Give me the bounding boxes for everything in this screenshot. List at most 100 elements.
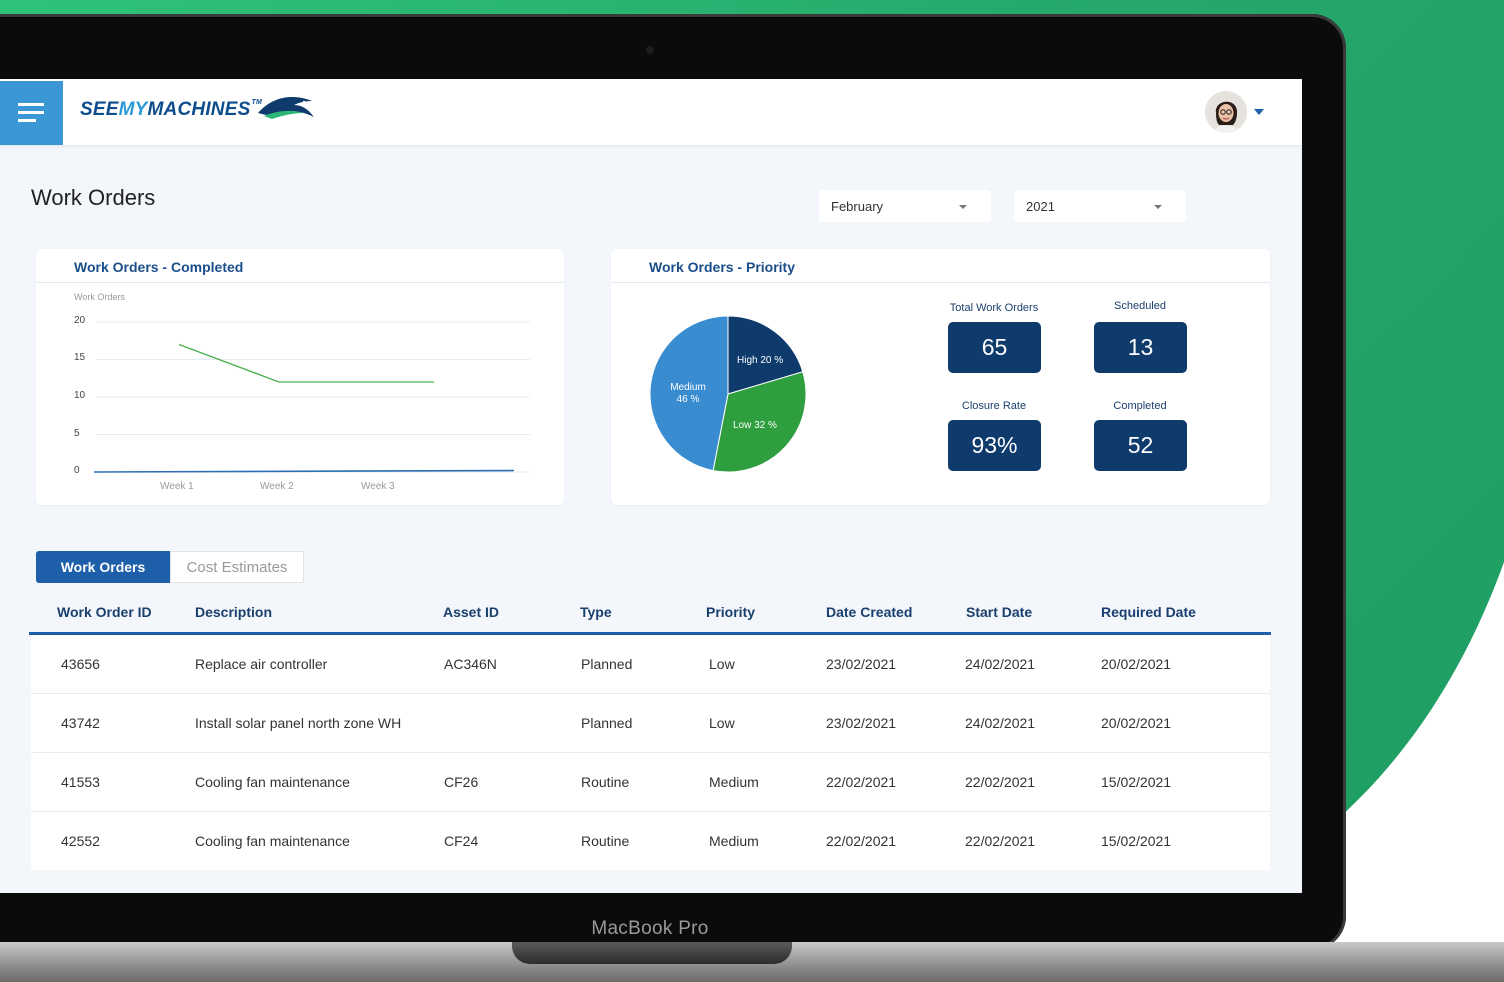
y-tick-label: 0 xyxy=(74,465,80,476)
table-row[interactable]: 42552 Cooling fan maintenance CF24 Routi… xyxy=(31,812,1270,870)
stat-scheduled-value: 13 xyxy=(1094,322,1187,373)
cell-priority: Medium xyxy=(709,774,759,790)
app-logo[interactable]: SEEMYMACHINESTM xyxy=(80,93,316,127)
cell-asset-id: AC346N xyxy=(444,656,497,672)
cell-type: Planned xyxy=(581,715,633,731)
logo-see: SEE xyxy=(80,99,119,120)
y-tick-label: 15 xyxy=(74,352,86,363)
column-header[interactable]: Asset ID xyxy=(443,604,499,620)
month-select-value: February xyxy=(831,199,884,214)
pie-label-medium-name: Medium xyxy=(670,382,706,393)
y-axis-label: Work Orders xyxy=(74,292,125,302)
laptop-hinge xyxy=(512,942,792,964)
column-header[interactable]: Start Date xyxy=(966,604,1032,620)
cell-description: Cooling fan maintenance xyxy=(195,774,350,790)
cell-required-date: 15/02/2021 xyxy=(1101,833,1172,849)
x-tick-label: Week 2 xyxy=(260,481,294,492)
page-title: Work Orders xyxy=(31,185,156,210)
logo-machines: MACHINES xyxy=(147,99,251,120)
pie-label-high: High 20 % xyxy=(737,355,784,366)
y-tick-label: 20 xyxy=(74,315,86,326)
y-tick-label: 10 xyxy=(74,390,86,401)
tab-bar: Work Orders Cost Estimates xyxy=(36,551,304,583)
cell-start-date: 24/02/2021 xyxy=(965,715,1036,731)
priority-chart-card: Work Orders - Priority High 20 % Medium … xyxy=(611,249,1270,505)
year-select[interactable]: 2021 xyxy=(1014,190,1186,222)
table-header: Work Order ID Description Asset ID Type … xyxy=(29,597,1271,635)
cell-start-date: 22/02/2021 xyxy=(965,833,1036,849)
table-body: 43656 Replace air controller AC346N Plan… xyxy=(31,635,1270,870)
cell-required-date: 15/02/2021 xyxy=(1101,774,1172,790)
chevron-down-icon xyxy=(959,205,967,209)
app-screen: SEEMYMACHINESTM Work Orders February 202… xyxy=(0,79,1302,893)
line-chart xyxy=(93,321,530,473)
cell-date-created: 22/02/2021 xyxy=(826,774,897,790)
column-header[interactable]: Priority xyxy=(706,604,755,620)
cell-start-date: 22/02/2021 xyxy=(965,774,1036,790)
stat-completed-value: 52 xyxy=(1094,420,1187,471)
cell-date-created: 23/02/2021 xyxy=(826,656,897,672)
card-divider xyxy=(611,282,1270,283)
camera xyxy=(646,46,654,54)
cell-date-created: 23/02/2021 xyxy=(826,715,897,731)
x-tick-label: Week 3 xyxy=(361,481,395,492)
cell-type: Routine xyxy=(581,774,630,790)
stat-closure-label: Closure Rate xyxy=(961,400,1027,412)
logo-my: MY xyxy=(118,99,148,120)
cell-type: Routine xyxy=(581,833,630,849)
stat-scheduled-label: Scheduled xyxy=(1114,300,1166,312)
month-select[interactable]: February xyxy=(819,190,991,222)
series-line xyxy=(93,469,515,473)
priority-card-title: Work Orders - Priority xyxy=(649,259,796,275)
table-row[interactable]: 41553 Cooling fan maintenance CF26 Routi… xyxy=(31,753,1270,812)
column-header[interactable]: Required Date xyxy=(1101,604,1196,620)
hamburger-menu-button[interactable] xyxy=(0,81,63,145)
device-brand-label: MacBook Pro xyxy=(591,918,709,939)
stat-completed-label: Completed xyxy=(1113,400,1167,412)
cell-priority: Low xyxy=(709,715,735,731)
cell-description: Cooling fan maintenance xyxy=(195,833,350,849)
user-avatar-icon xyxy=(1205,91,1247,133)
cell-priority: Low xyxy=(709,656,735,672)
menu-icon xyxy=(17,103,44,122)
tab-cost-estimates[interactable]: Cost Estimates xyxy=(170,551,304,583)
pie-label-medium: Medium 46 % xyxy=(666,382,710,406)
cell-start-date: 24/02/2021 xyxy=(965,656,1036,672)
stat-total-label: Total Work Orders xyxy=(949,302,1039,314)
stat-total-value: 65 xyxy=(948,322,1041,373)
column-header[interactable]: Type xyxy=(580,604,612,620)
priority-pie-chart xyxy=(649,315,807,473)
chevron-down-icon xyxy=(1154,205,1162,209)
cell-asset-id: CF26 xyxy=(444,774,479,790)
cell-asset-id: CF24 xyxy=(444,833,479,849)
table-row[interactable]: 43742 Install solar panel north zone WH … xyxy=(31,694,1270,753)
x-tick-label: Week 1 xyxy=(160,481,194,492)
table-row[interactable]: 43656 Replace air controller AC346N Plan… xyxy=(31,635,1270,694)
cell-work-order-id: 43742 xyxy=(61,715,100,731)
cell-priority: Medium xyxy=(709,833,759,849)
tab-work-orders[interactable]: Work Orders xyxy=(36,551,170,583)
cell-date-created: 22/02/2021 xyxy=(826,833,897,849)
cell-description: Replace air controller xyxy=(195,656,328,672)
column-header[interactable]: Work Order ID xyxy=(57,604,152,620)
column-header[interactable]: Date Created xyxy=(826,604,912,620)
pie-label-low: Low 32 % xyxy=(733,420,777,431)
cell-work-order-id: 42552 xyxy=(61,833,100,849)
cell-required-date: 20/02/2021 xyxy=(1101,656,1172,672)
card-divider xyxy=(36,282,564,283)
stat-closure-value: 93% xyxy=(948,420,1041,471)
cell-description: Install solar panel north zone WH xyxy=(195,715,402,731)
cell-work-order-id: 43656 xyxy=(61,656,100,672)
top-bar: SEEMYMACHINESTM xyxy=(0,79,1302,145)
series-line xyxy=(178,343,434,383)
completed-chart-card: Work Orders - Completed Work Orders 20 1… xyxy=(36,249,564,505)
cell-work-order-id: 41553 xyxy=(61,774,100,790)
user-menu-caret-icon[interactable] xyxy=(1254,109,1264,115)
cell-type: Planned xyxy=(581,656,633,672)
column-header[interactable]: Description xyxy=(195,604,272,620)
completed-card-title: Work Orders - Completed xyxy=(74,259,244,275)
cell-required-date: 20/02/2021 xyxy=(1101,715,1172,731)
year-select-value: 2021 xyxy=(1026,199,1055,214)
user-avatar[interactable] xyxy=(1205,91,1247,133)
pie-label-medium-value: 46 % xyxy=(676,394,700,405)
